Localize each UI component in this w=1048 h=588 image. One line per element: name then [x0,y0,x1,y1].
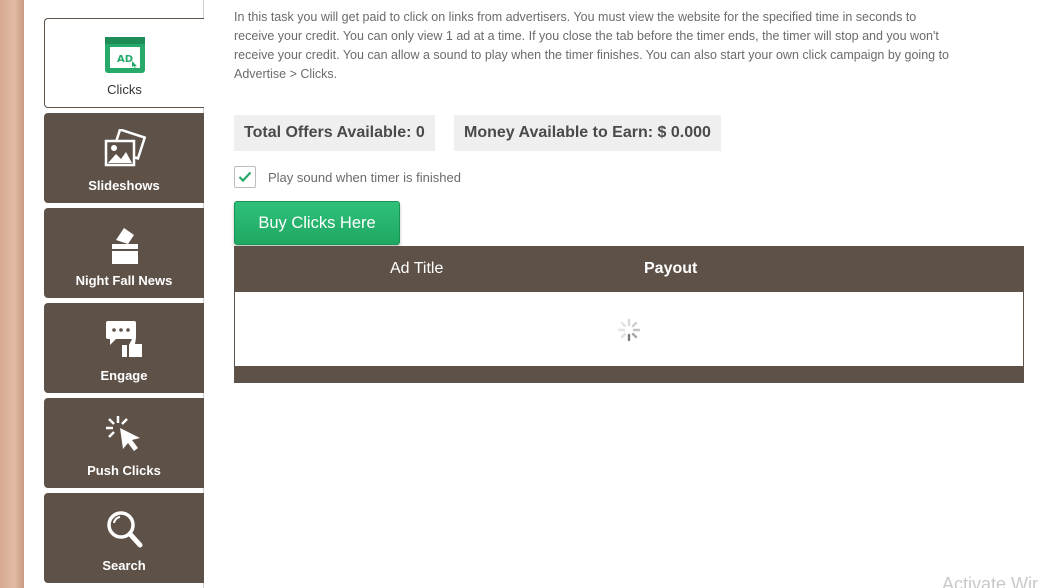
description-line: Advertise > Clicks. [234,67,338,81]
buy-clicks-button[interactable]: Buy Clicks Here [234,201,400,245]
task-description: In this task you will get paid to click … [234,8,1024,84]
checkmark-icon [238,171,252,183]
total-offers-badge: Total Offers Available: 0 [234,115,435,151]
ads-table-footer [234,366,1024,383]
sidebar-item-label: Search [102,558,146,573]
search-icon [102,509,146,549]
sidebar-item-label: Night Fall News [75,273,173,288]
sidebar-item-label: Engage [100,368,148,383]
slideshow-icon [102,127,147,169]
cursor-click-icon [102,414,146,454]
browser-edge [0,0,24,588]
column-header-payout[interactable]: Payout [644,260,697,278]
engage-icon [102,319,146,359]
sidebar-item-clicks[interactable]: AD Clicks [44,18,204,108]
description-line: receive your credit. You can allow a sou… [234,48,949,62]
activate-windows-watermark: Activate Wir [942,574,1039,588]
loading-spinner-icon [617,318,641,342]
sidebar-item-push-clicks[interactable]: Push Clicks [44,398,204,488]
sidebar-item-label: Slideshows [88,178,160,193]
sidebar-item-engage[interactable]: Engage [44,303,204,393]
money-available-badge: Money Available to Earn: $ 0.000 [454,115,721,151]
ad-icon: AD [103,35,147,75]
column-header-ad-title[interactable]: Ad Title [390,260,443,278]
description-line: In this task you will get paid to click … [234,10,917,24]
sidebar-item-label: Push Clicks [87,463,161,478]
sidebar-item-search[interactable]: Search [44,493,204,583]
sidebar-item-label: Clicks [107,82,142,97]
ads-table-body [234,292,1024,367]
ads-table-header: Ad Title Payout [234,246,1024,292]
sidebar-item-night-fall-news[interactable]: Night Fall News [44,208,204,298]
description-line: receive your credit. You can only view 1… [234,29,939,43]
sidebar-item-slideshows[interactable]: Slideshows [44,113,204,203]
svg-text:AD: AD [116,54,132,65]
ballot-box-icon [102,224,146,264]
play-sound-checkbox[interactable] [234,166,256,188]
play-sound-label[interactable]: Play sound when timer is finished [268,170,461,185]
